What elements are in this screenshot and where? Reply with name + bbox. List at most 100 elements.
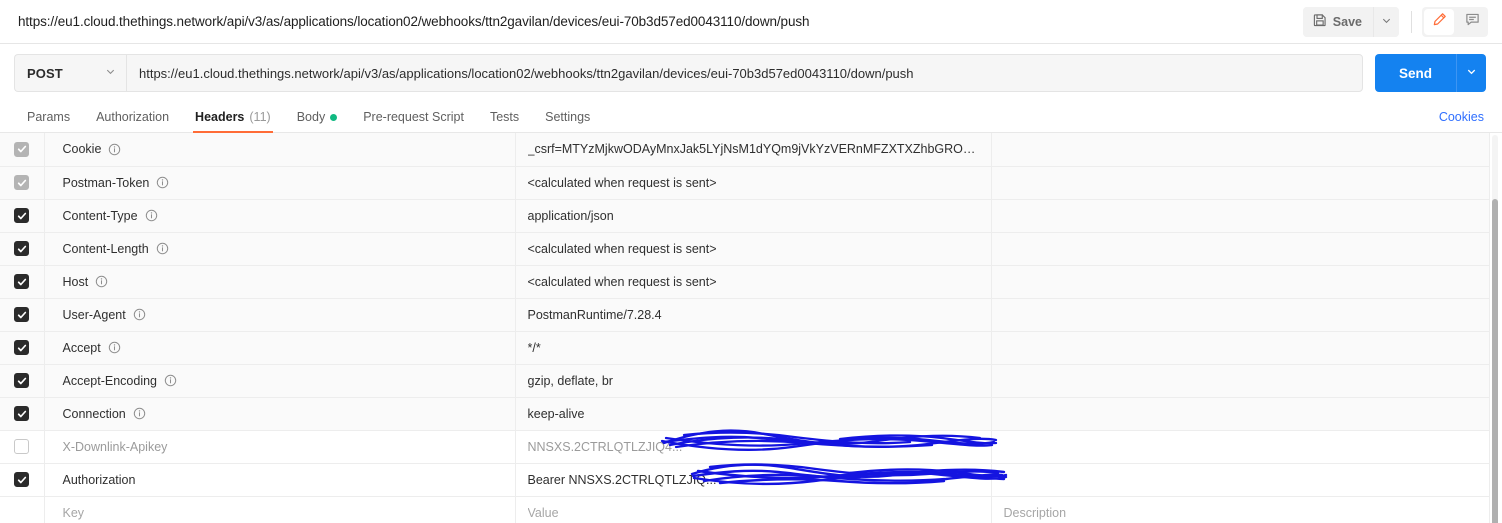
- chevron-down-icon: [1466, 64, 1477, 82]
- request-url-input[interactable]: https://eu1.cloud.thethings.network/api/…: [126, 54, 1363, 92]
- table-row[interactable]: Accept-Encoding gzip, deflate, br: [0, 364, 1489, 398]
- edit-request-button[interactable]: [1424, 8, 1454, 35]
- comment-icon: [1465, 12, 1480, 32]
- tab-headers[interactable]: Headers (11): [182, 110, 284, 133]
- table-row[interactable]: User-Agent PostmanRuntime/7.28.4: [0, 298, 1489, 332]
- header-value-cell[interactable]: application/json: [515, 199, 992, 233]
- header-key-text: X-Downlink-Apikey: [62, 439, 168, 454]
- header-description-cell[interactable]: [991, 232, 1489, 266]
- info-icon[interactable]: [133, 407, 146, 420]
- table-row[interactable]: Connection keep-alive: [0, 397, 1489, 431]
- row-enable-checkbox[interactable]: [14, 472, 30, 488]
- table-row[interactable]: X-Downlink-Apikey NNSXS.2CTRLQTLZJIQ4...: [0, 430, 1489, 464]
- header-key-cell[interactable]: User-Agent: [44, 298, 516, 332]
- header-description-cell[interactable]: Description: [991, 496, 1489, 523]
- info-icon[interactable]: [95, 275, 108, 288]
- header-description-cell[interactable]: [991, 133, 1489, 167]
- header-value-cell[interactable]: <calculated when request is sent>: [515, 166, 992, 200]
- table-row[interactable]: Cookie _csrf=MTYzMjkwODAyMnxJak5LYjNsM1dY…: [0, 133, 1489, 167]
- header-value-cell[interactable]: Value: [515, 496, 992, 523]
- table-row[interactable]: Accept */*: [0, 331, 1489, 365]
- header-key-cell[interactable]: Content-Type: [44, 199, 516, 233]
- header-key-cell[interactable]: Authorization: [44, 463, 516, 497]
- tab-params[interactable]: Params: [14, 110, 83, 132]
- header-description-cell[interactable]: [991, 166, 1489, 200]
- description-placeholder: Description: [1003, 505, 1067, 520]
- row-enable-checkbox[interactable]: [14, 307, 30, 323]
- info-icon[interactable]: [108, 341, 121, 354]
- header-value-text: application/json: [527, 208, 614, 223]
- header-key-cell[interactable]: Key: [44, 496, 516, 523]
- row-enable-checkbox[interactable]: [14, 241, 30, 257]
- vertical-scrollbar[interactable]: [1492, 135, 1498, 523]
- header-description-cell[interactable]: [991, 463, 1489, 497]
- header-value-cell[interactable]: gzip, deflate, br: [515, 364, 992, 398]
- header-value-cell[interactable]: PostmanRuntime/7.28.4: [515, 298, 992, 332]
- header-description-cell[interactable]: [991, 265, 1489, 299]
- info-icon[interactable]: [164, 374, 177, 387]
- row-checkbox-cell: [0, 265, 45, 299]
- postman-request-pane: https://eu1.cloud.thethings.network/api/…: [0, 0, 1502, 523]
- row-enable-checkbox[interactable]: [14, 274, 30, 290]
- header-value-cell[interactable]: <calculated when request is sent>: [515, 265, 992, 299]
- header-description-cell[interactable]: [991, 430, 1489, 464]
- row-enable-checkbox[interactable]: [14, 406, 30, 422]
- header-value-cell[interactable]: keep-alive: [515, 397, 992, 431]
- header-description-cell[interactable]: [991, 397, 1489, 431]
- send-button[interactable]: Send: [1375, 54, 1456, 92]
- send-dropdown-button[interactable]: [1456, 54, 1486, 92]
- header-key-cell[interactable]: Connection: [44, 397, 516, 431]
- header-key-cell[interactable]: Host: [44, 265, 516, 299]
- tab-settings[interactable]: Settings: [532, 110, 603, 132]
- comments-button[interactable]: [1456, 7, 1488, 37]
- row-enable-checkbox[interactable]: [14, 141, 30, 157]
- tab-pre-request-script[interactable]: Pre-request Script: [350, 110, 477, 132]
- tab-body[interactable]: Body: [284, 110, 351, 132]
- header-key-cell[interactable]: Cookie: [44, 133, 516, 167]
- save-dropdown-button[interactable]: [1373, 6, 1399, 37]
- info-icon[interactable]: [145, 209, 158, 222]
- header-key-cell[interactable]: Content-Length: [44, 232, 516, 266]
- row-enable-checkbox[interactable]: [14, 373, 30, 389]
- save-button[interactable]: Save: [1302, 6, 1373, 37]
- info-icon[interactable]: [156, 242, 169, 255]
- request-tabs: Params Authorization Headers (11) Body P…: [14, 110, 1439, 133]
- header-key-cell[interactable]: Accept-Encoding: [44, 364, 516, 398]
- row-checkbox-cell: [0, 463, 45, 497]
- key-placeholder: Key: [62, 505, 85, 520]
- row-enable-checkbox[interactable]: [14, 340, 30, 356]
- header-description-cell[interactable]: [991, 331, 1489, 365]
- header-description-cell[interactable]: [991, 364, 1489, 398]
- row-enable-checkbox[interactable]: [14, 439, 30, 455]
- info-icon[interactable]: [133, 308, 146, 321]
- http-method-label: POST: [27, 65, 63, 81]
- tab-tests[interactable]: Tests: [477, 110, 532, 132]
- header-description-cell[interactable]: [991, 298, 1489, 332]
- header-value-cell[interactable]: <calculated when request is sent>: [515, 232, 992, 266]
- row-checkbox-cell: [0, 133, 45, 167]
- header-value-cell[interactable]: NNSXS.2CTRLQTLZJIQ4...: [515, 430, 992, 464]
- header-description-cell[interactable]: [991, 199, 1489, 233]
- header-value-cell[interactable]: Bearer NNSXS.2CTRLQTLZJIQ...: [515, 463, 992, 497]
- table-row[interactable]: Postman-Token <calculated when request is…: [0, 166, 1489, 200]
- cookies-link[interactable]: Cookies: [1439, 110, 1486, 132]
- header-value-cell[interactable]: _csrf=MTYzMjkwODAyMnxJak5LYjNsM1dYQm9jVk…: [515, 133, 992, 167]
- scrollbar-thumb[interactable]: [1492, 199, 1498, 523]
- header-key-cell[interactable]: X-Downlink-Apikey: [44, 430, 516, 464]
- http-method-select[interactable]: POST: [14, 54, 126, 92]
- tab-label: Tests: [489, 110, 520, 124]
- info-icon[interactable]: [108, 143, 121, 156]
- header-key-cell[interactable]: Accept: [44, 331, 516, 365]
- row-enable-checkbox[interactable]: [14, 175, 30, 191]
- table-row[interactable]: Content-Length <calculated when request i…: [0, 232, 1489, 266]
- table-row[interactable]: Host <calculated when request is sent>: [0, 265, 1489, 299]
- tab-authorization[interactable]: Authorization: [83, 110, 182, 132]
- table-row-placeholder[interactable]: Key Value Description: [0, 496, 1489, 523]
- header-value-text: NNSXS.2CTRLQTLZJIQ4...: [527, 439, 683, 454]
- header-key-cell[interactable]: Postman-Token: [44, 166, 516, 200]
- row-enable-checkbox[interactable]: [14, 208, 30, 224]
- info-icon[interactable]: [156, 176, 169, 189]
- table-row[interactable]: Content-Type application/json: [0, 199, 1489, 233]
- table-row[interactable]: Authorization Bearer NNSXS.2CTRLQTLZJIQ..…: [0, 463, 1489, 497]
- header-value-cell[interactable]: */*: [515, 331, 992, 365]
